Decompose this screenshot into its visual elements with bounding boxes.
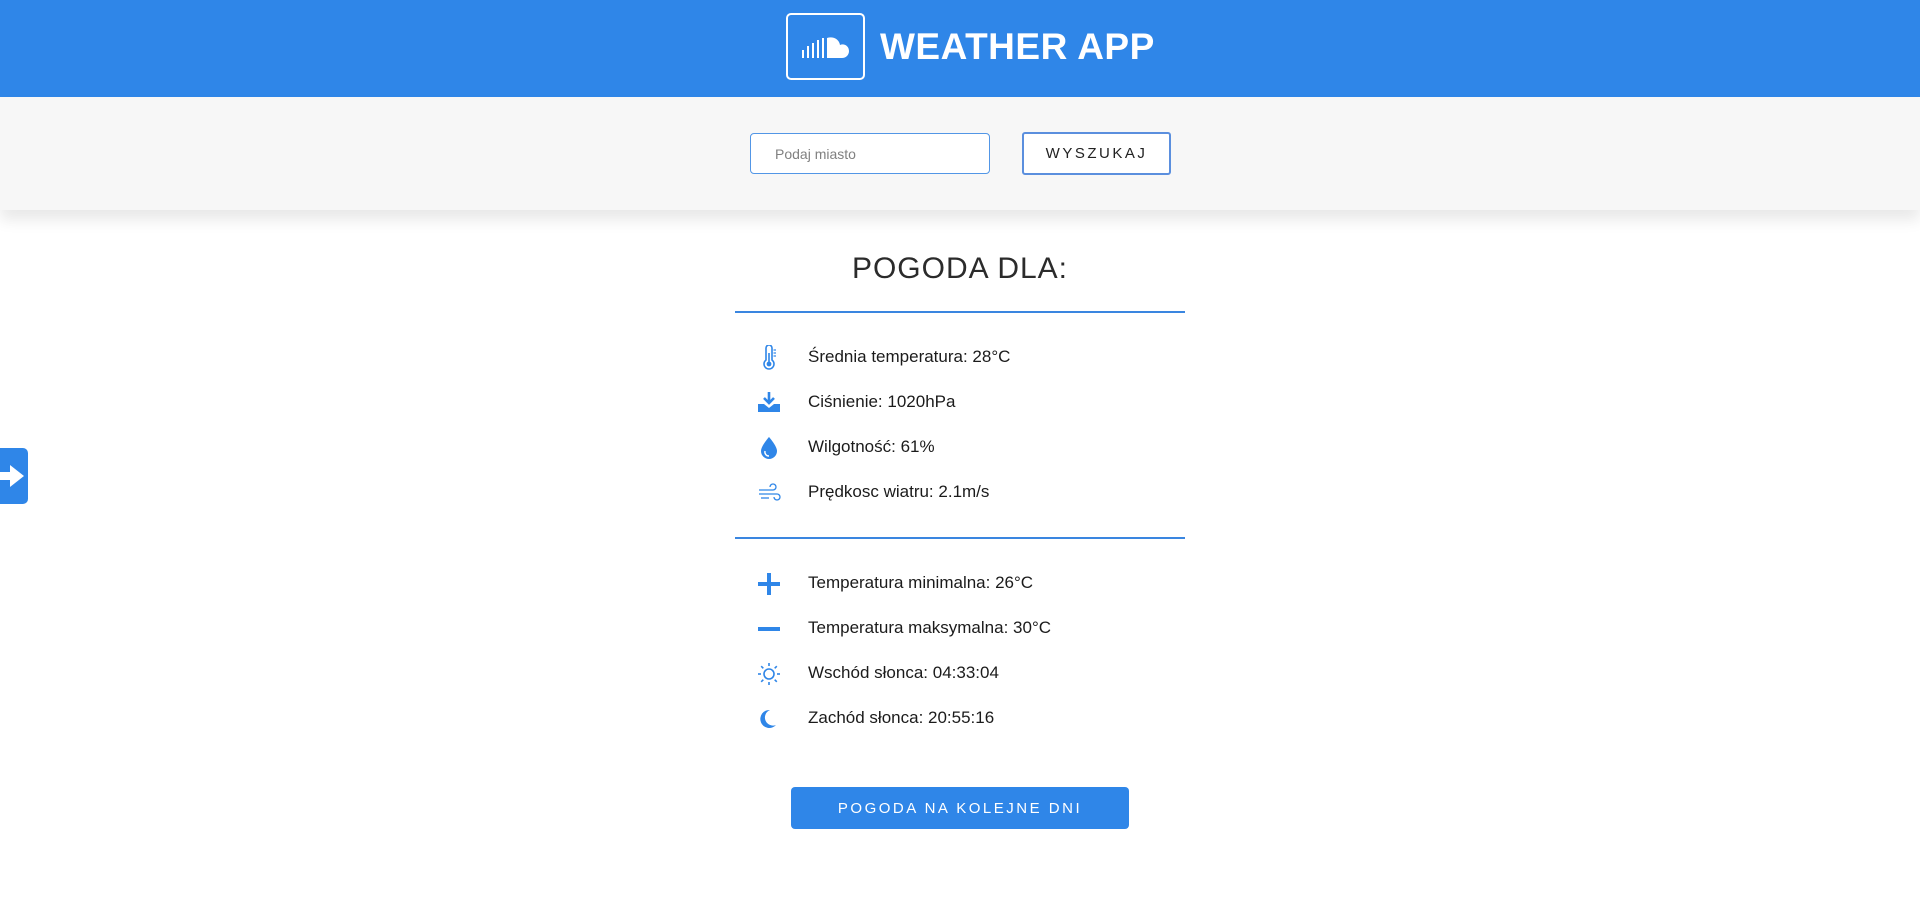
info-label: Temperatura maksymalna:: [808, 618, 1014, 637]
app-header: WEATHER APP: [0, 0, 1920, 97]
plus-icon: [755, 571, 783, 597]
info-row-humidity: Wilgotność: 61%: [735, 432, 1185, 462]
info-value: 30°C: [1013, 618, 1052, 637]
info-row-sunset: Zachód słonca: 20:55:16: [735, 703, 1185, 733]
app-title: WEATHER APP: [880, 26, 1155, 67]
divider: [735, 537, 1185, 539]
info-label: Prędkosc wiatru:: [808, 482, 939, 501]
info-value: 04:33:04: [932, 663, 999, 682]
info-value: 61%: [900, 437, 935, 456]
info-label: Wilgotność:: [808, 437, 901, 456]
app-logo: [786, 13, 865, 80]
arrow-right-icon: [0, 465, 24, 487]
info-value: 28°C: [972, 347, 1011, 366]
droplet-icon: [755, 435, 783, 461]
info-value: 26°C: [995, 573, 1034, 592]
info-label: Temperatura minimalna:: [808, 573, 996, 592]
weather-title: POGODA DLA:: [851, 252, 1069, 285]
info-value: 2.1m/s: [938, 482, 990, 501]
info-value: 1020hPa: [887, 392, 956, 411]
info-row-max-temperature: Temperatura maksymalna: 30°C: [735, 613, 1185, 643]
minus-icon: [755, 616, 783, 642]
thermometer-icon: [755, 345, 783, 371]
info-row-min-temperature: Temperatura minimalna: 26°C: [735, 568, 1185, 598]
info-value: 20:55:16: [928, 708, 995, 727]
city-search-input[interactable]: [750, 133, 990, 174]
info-label: Zachód słonca:: [808, 708, 929, 727]
moon-icon: [755, 706, 783, 732]
search-button[interactable]: WYSZUKAJ: [1022, 132, 1171, 175]
soundcloud-logo-icon: [802, 37, 849, 58]
info-row-average-temperature: Średnia temperatura: 28°C: [735, 342, 1185, 372]
info-label: Ciśnienie:: [808, 392, 888, 411]
info-row-pressure: Ciśnienie: 1020hPa: [735, 387, 1185, 417]
info-row-sunrise: Wschód słonca: 04:33:04: [735, 658, 1185, 688]
divider: [735, 311, 1185, 313]
side-panel-toggle[interactable]: [0, 448, 28, 504]
info-label: Wschód słonca:: [808, 663, 933, 682]
info-row-wind-speed: Prędkosc wiatru: 2.1m/s: [735, 477, 1185, 507]
sun-icon: [755, 661, 783, 687]
pressure-download-icon: [755, 390, 783, 416]
wind-icon: [755, 480, 783, 506]
info-label: Średnia temperatura:: [808, 347, 973, 366]
next-days-forecast-button[interactable]: POGODA NA KOLEJNE DNI: [791, 787, 1129, 829]
